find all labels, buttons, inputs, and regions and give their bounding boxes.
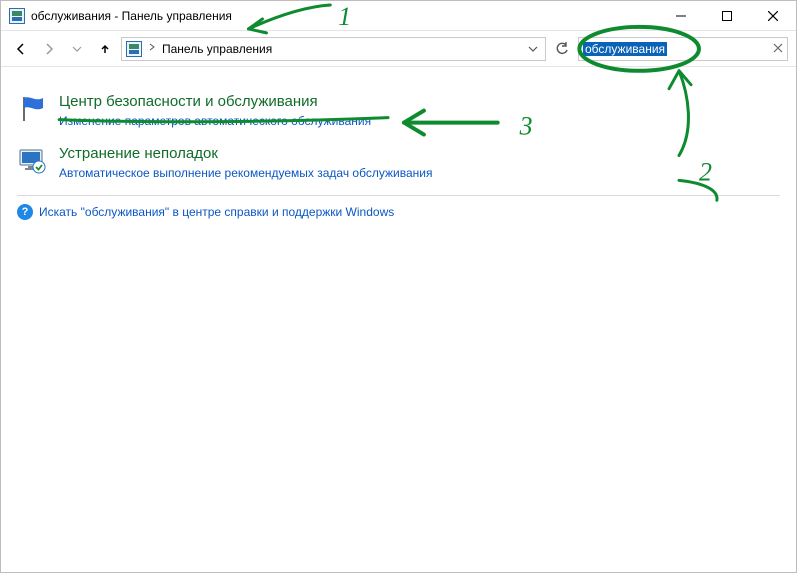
flag-icon <box>17 93 49 125</box>
breadcrumb-root[interactable]: Панель управления <box>162 42 272 56</box>
titlebar: обслуживания - Панель управления <box>1 1 796 31</box>
chevron-right-icon <box>146 43 158 54</box>
result-subtitle[interactable]: Автоматическое выполнение рекомендуемых … <box>59 165 780 181</box>
address-bar[interactable]: Панель управления <box>121 37 546 61</box>
help-text: Искать "обслуживания" в центре справки и… <box>39 205 394 219</box>
address-toolbar: Панель управления обслуживания <box>1 31 796 67</box>
result-subtitle[interactable]: Изменение параметров автоматического обс… <box>59 113 780 129</box>
result-title[interactable]: Центр безопасности и обслуживания <box>59 93 780 111</box>
monitor-icon <box>17 145 49 177</box>
window-title: обслуживания - Панель управления <box>31 9 232 23</box>
result-item[interactable]: Центр безопасности и обслуживания Измене… <box>17 87 780 139</box>
search-box[interactable]: обслуживания <box>578 37 788 61</box>
result-text: Центр безопасности и обслуживания Измене… <box>59 93 780 129</box>
result-text: Устранение неполадок Автоматическое выпо… <box>59 145 780 181</box>
address-dropdown-button[interactable] <box>525 44 541 54</box>
divider <box>17 195 780 196</box>
close-button[interactable] <box>750 1 796 31</box>
refresh-button[interactable] <box>550 37 574 61</box>
content-area: Центр безопасности и обслуживания Измене… <box>1 67 796 230</box>
control-panel-icon <box>9 8 25 24</box>
search-clear-button[interactable] <box>773 42 783 56</box>
nav-back-button[interactable] <box>9 37 33 61</box>
maximize-button[interactable] <box>704 1 750 31</box>
result-title[interactable]: Устранение неполадок <box>59 145 780 163</box>
help-search-link[interactable]: ? Искать "обслуживания" в центре справки… <box>17 202 780 222</box>
nav-up-button[interactable] <box>93 37 117 61</box>
minimize-button[interactable] <box>658 1 704 31</box>
nav-forward-button[interactable] <box>37 37 61 61</box>
search-value: обслуживания <box>583 42 667 56</box>
result-item[interactable]: Устранение неполадок Автоматическое выпо… <box>17 139 780 191</box>
control-panel-icon <box>126 41 142 57</box>
help-icon: ? <box>17 204 33 220</box>
nav-recent-button[interactable] <box>65 37 89 61</box>
